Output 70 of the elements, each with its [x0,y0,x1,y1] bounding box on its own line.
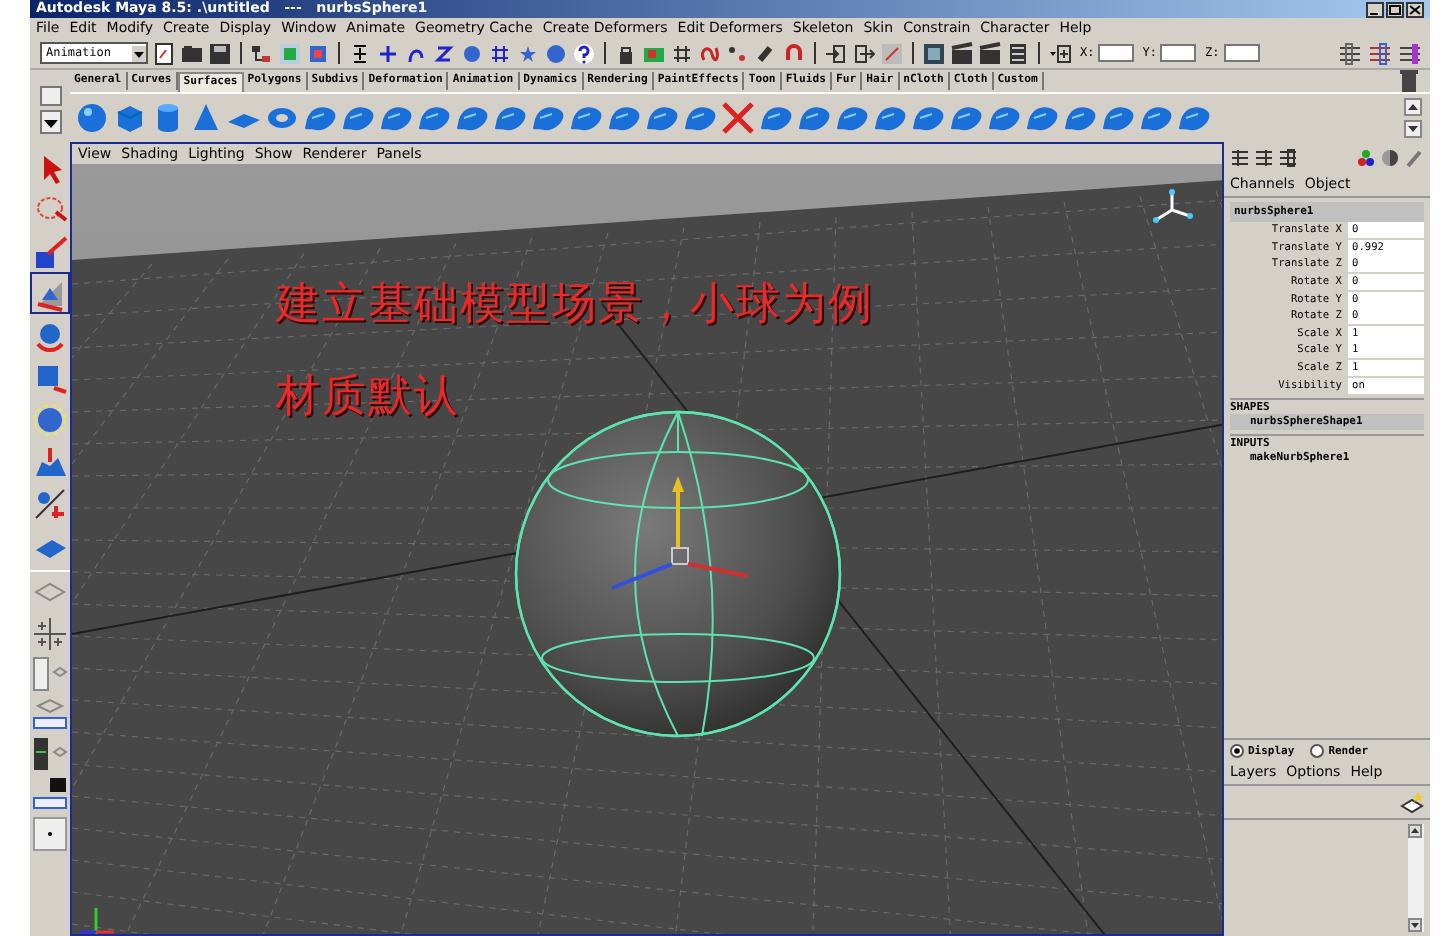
document-icon[interactable] [152,41,176,65]
scroll-down-icon[interactable] [1408,918,1422,932]
new-layer-icon[interactable] [1400,790,1424,814]
hierarchy-icon[interactable] [250,41,274,65]
question-icon[interactable] [572,41,596,65]
input-icon[interactable] [824,41,848,65]
radio-button[interactable] [1310,744,1325,758]
trash-icon[interactable] [1400,70,1418,92]
hypershade-layout-icon[interactable] [32,736,68,772]
folder-icon[interactable] [180,41,204,65]
lock-icon[interactable] [614,41,638,65]
grid-icon[interactable] [488,41,512,65]
scroll-down-icon[interactable] [1404,120,1422,138]
caption-text: 建立基础模型场景，小球为例 [276,280,874,332]
layer-editor-icon[interactable] [1254,148,1274,168]
cross-icon[interactable] [720,100,756,136]
axis-icon [76,906,120,934]
clapper-icon[interactable] [950,41,974,65]
coordinate-field[interactable] [1223,44,1260,62]
s-curve-icon[interactable] [432,41,456,65]
dropdown-arrow-icon[interactable] [132,45,146,61]
channel-box-icon[interactable] [1398,41,1422,65]
horseshoe-icon[interactable] [782,41,806,65]
render-view-icon[interactable] [922,41,946,65]
loop-icon[interactable] [698,41,722,65]
filter-icon[interactable] [348,41,372,65]
color-dots-icon[interactable] [1356,148,1376,168]
channel-box-icon[interactable] [1230,148,1250,168]
blob-icon[interactable] [460,41,484,65]
lasso-icon[interactable] [32,191,68,227]
paint-brush-icon[interactable] [32,233,68,269]
four-view-layout-icon[interactable] [32,616,68,652]
scroll-up-icon[interactable] [1404,98,1422,116]
component-mode-icon[interactable] [306,41,330,65]
pen-icon[interactable] [1404,148,1424,168]
grid-icon[interactable] [670,41,694,65]
save-icon[interactable] [208,41,232,65]
channel-layer-icon[interactable] [1278,148,1298,168]
measure-icon[interactable] [32,485,68,521]
cone-icon[interactable] [188,100,224,136]
scrollbar[interactable] [1408,824,1424,932]
half-circle-icon[interactable] [1380,148,1400,168]
output-icon[interactable] [852,41,876,65]
cube-icon[interactable] [112,100,148,136]
dots-icon[interactable] [726,41,750,65]
sphere-icon[interactable] [544,41,568,65]
coordinate-field[interactable] [1160,44,1197,62]
coordinate-field[interactable] [1098,44,1135,62]
radio-button[interactable] [1230,744,1244,758]
manipulator-icon[interactable] [32,401,68,437]
sphere-icon[interactable] [74,100,110,136]
input-box-icon[interactable] [1048,41,1072,65]
attribute-editor-icon[interactable] [1338,41,1362,65]
clapper-icon[interactable] [978,41,1002,65]
scroll-up-icon[interactable] [1408,824,1422,838]
caption-text: 材质默认 [276,372,462,424]
render-layout-icon[interactable] [32,776,68,812]
view-cube-icon[interactable] [1150,188,1194,228]
maximize-icon[interactable] [1386,1,1404,17]
graph-layout-icon[interactable] [32,696,68,732]
outliner-layout-icon[interactable] [32,656,68,692]
tool-settings-icon[interactable] [1368,41,1392,65]
star-icon[interactable] [516,41,540,65]
plus-icon[interactable] [376,41,400,65]
shelf-tab-button-icon[interactable] [39,86,61,106]
soft-modify-icon[interactable] [32,443,68,479]
film-icon[interactable] [1006,41,1030,65]
minimize-icon[interactable] [1366,1,1384,17]
shelf-menu-icon[interactable] [39,110,61,134]
close-icon[interactable] [1406,1,1424,17]
